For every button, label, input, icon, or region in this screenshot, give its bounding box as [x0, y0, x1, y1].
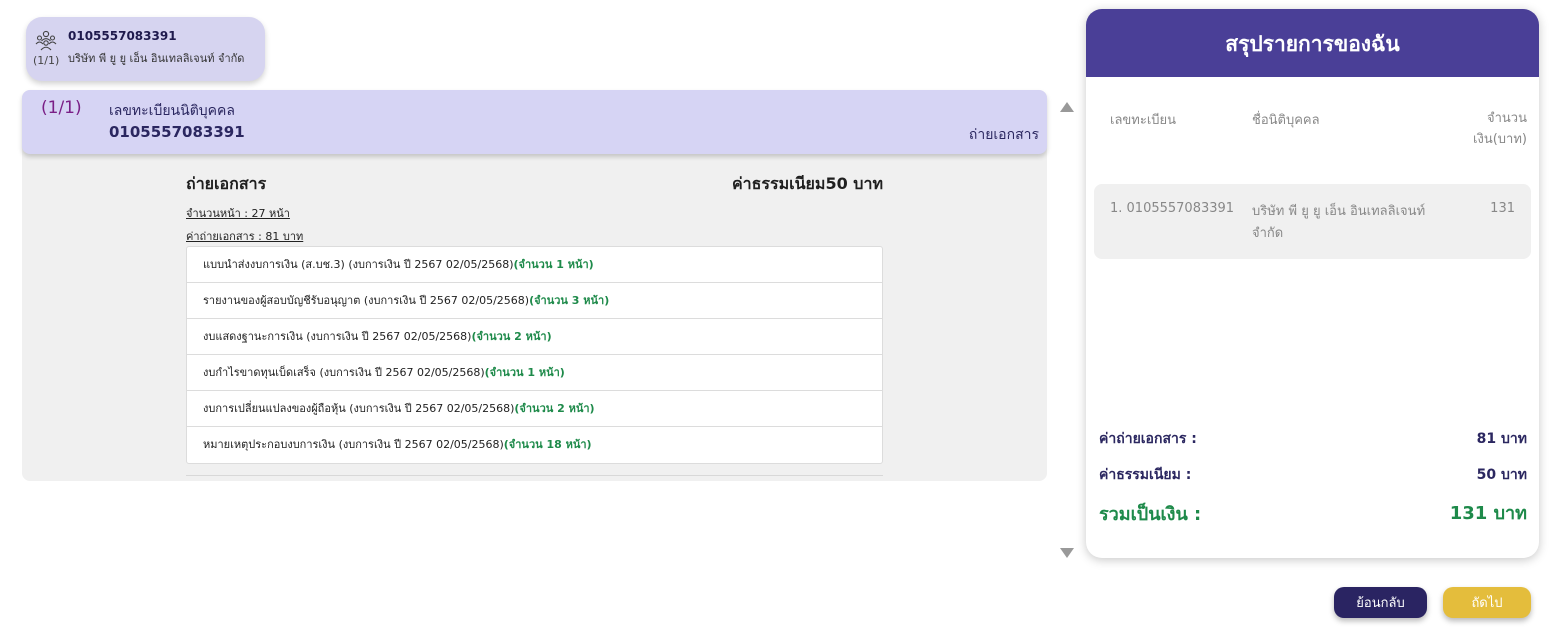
copy-cost: ค่าถ่ายเอกสาร : 81 บาท	[186, 230, 304, 243]
total-label: รวมเป็นเงิน :	[1099, 504, 1202, 525]
fee-value: 50 บาท	[1476, 467, 1527, 483]
document-pages: (จำนวน 1 หน้า)	[484, 366, 565, 379]
list-item: งบการเปลี่ยนแปลงของผู้ถือหุ้น (งบการเงิน…	[187, 391, 882, 427]
column-header-amount: จำนวน เงิน(บาท)	[1447, 108, 1527, 150]
document-pages: (จำนวน 2 หน้า)	[471, 330, 552, 343]
document-name: แบบนำส่งงบการเงิน (ส.บช.3) (งบการเงิน ปี…	[203, 258, 514, 271]
panel-registration-id: 0105557083391	[109, 123, 245, 141]
document-pages: (จำนวน 18 หน้า)	[503, 438, 592, 451]
list-item: รายงานของผู้สอบบัญชีรับอนุญาต (งบการเงิน…	[187, 283, 882, 319]
company-chip[interactable]: (1/1) 0105557083391 บริษัท พี ยู ยู เอ็น…	[26, 17, 265, 81]
company-detail-panel: (1/1) เลขทะเบียนนิติบุคคล 0105557083391 …	[22, 90, 1047, 481]
list-item: งบกำไรขาดทุนเบ็ดเสร็จ (งบการเงิน ปี 2567…	[187, 355, 882, 391]
column-header-name: ชื่อนิติบุคคล	[1252, 113, 1320, 128]
chip-count: (1/1)	[33, 54, 60, 67]
chip-registration-id: 0105557083391	[68, 29, 177, 43]
people-group-icon	[34, 28, 58, 52]
row-company-name: บริษัท พี ยู ยู เอ็น อินเทลลิเจนท์ จำกัด	[1252, 204, 1426, 241]
panel-label: เลขทะเบียนนิติบุคคล	[109, 103, 235, 119]
triangle-down-icon[interactable]	[1060, 543, 1074, 558]
document-pages: (จำนวน 2 หน้า)	[514, 402, 595, 415]
list-item: งบแสดงฐานะการเงิน (งบการเงิน ปี 2567 02/…	[187, 319, 882, 355]
next-button[interactable]: ถัดไป	[1443, 587, 1531, 618]
column-header-registration: เลขทะเบียน	[1110, 113, 1177, 128]
document-name: งบการเปลี่ยนแปลงของผู้ถือหุ้น (งบการเงิน…	[203, 402, 515, 415]
summary-title: สรุปรายการของฉัน	[1225, 32, 1400, 56]
table-row: 1. 0105557083391 บริษัท พี ยู ยู เอ็น อิ…	[1094, 184, 1531, 259]
divider	[186, 475, 883, 476]
copy-cost-label: ค่าถ่ายเอกสาร :	[1099, 431, 1197, 447]
column-header-amount-line1: จำนวน	[1487, 111, 1527, 126]
panel-header[interactable]: (1/1) เลขทะเบียนนิติบุคคล 0105557083391 …	[22, 90, 1047, 154]
column-header-amount-line2: เงิน(บาท)	[1473, 132, 1527, 147]
document-name: งบแสดงฐานะการเงิน (งบการเงิน ปี 2567 02/…	[203, 330, 472, 343]
back-button[interactable]: ย้อนกลับ	[1334, 587, 1427, 618]
document-list: แบบนำส่งงบการเงิน (ส.บช.3) (งบการเงิน ปี…	[186, 246, 883, 464]
triangle-up-icon[interactable]	[1060, 97, 1074, 112]
summary-card: สรุปรายการของฉัน เลขทะเบียน ชื่อนิติบุคค…	[1086, 9, 1539, 558]
fee-label: ค่าธรรมเนียม :	[1099, 467, 1192, 483]
copy-cost-value: 81 บาท	[1476, 431, 1527, 447]
list-item: หมายเหตุประกอบงบการเงิน (งบการเงิน ปี 25…	[187, 427, 882, 463]
panel-count: (1/1)	[41, 98, 82, 118]
summary-header: สรุปรายการของฉัน	[1086, 9, 1539, 77]
document-name: หมายเหตุประกอบงบการเงิน (งบการเงิน ปี 25…	[203, 438, 504, 451]
row-registration: 1. 0105557083391	[1110, 201, 1235, 216]
page-count: จำนวนหน้า : 27 หน้า	[186, 207, 290, 220]
section-title: ถ่ายเอกสาร	[186, 174, 267, 193]
panel-service: ถ่ายเอกสาร	[968, 127, 1039, 143]
section-fee: ค่าธรรมเนียม50 บาท	[731, 174, 883, 193]
document-name: งบกำไรขาดทุนเบ็ดเสร็จ (งบการเงิน ปี 2567…	[203, 366, 485, 379]
document-name: รายงานของผู้สอบบัญชีรับอนุญาต (งบการเงิน…	[203, 294, 530, 307]
document-pages: (จำนวน 3 หน้า)	[529, 294, 610, 307]
row-amount: 131	[1490, 201, 1515, 216]
list-item: แบบนำส่งงบการเงิน (ส.บช.3) (งบการเงิน ปี…	[187, 247, 882, 283]
document-pages: (จำนวน 1 หน้า)	[513, 258, 594, 271]
total-value: 131 บาท	[1449, 503, 1527, 524]
chip-company-name: บริษัท พี ยู ยู เอ็น อินเทลลิเจนท์ จำกัด	[68, 52, 245, 65]
